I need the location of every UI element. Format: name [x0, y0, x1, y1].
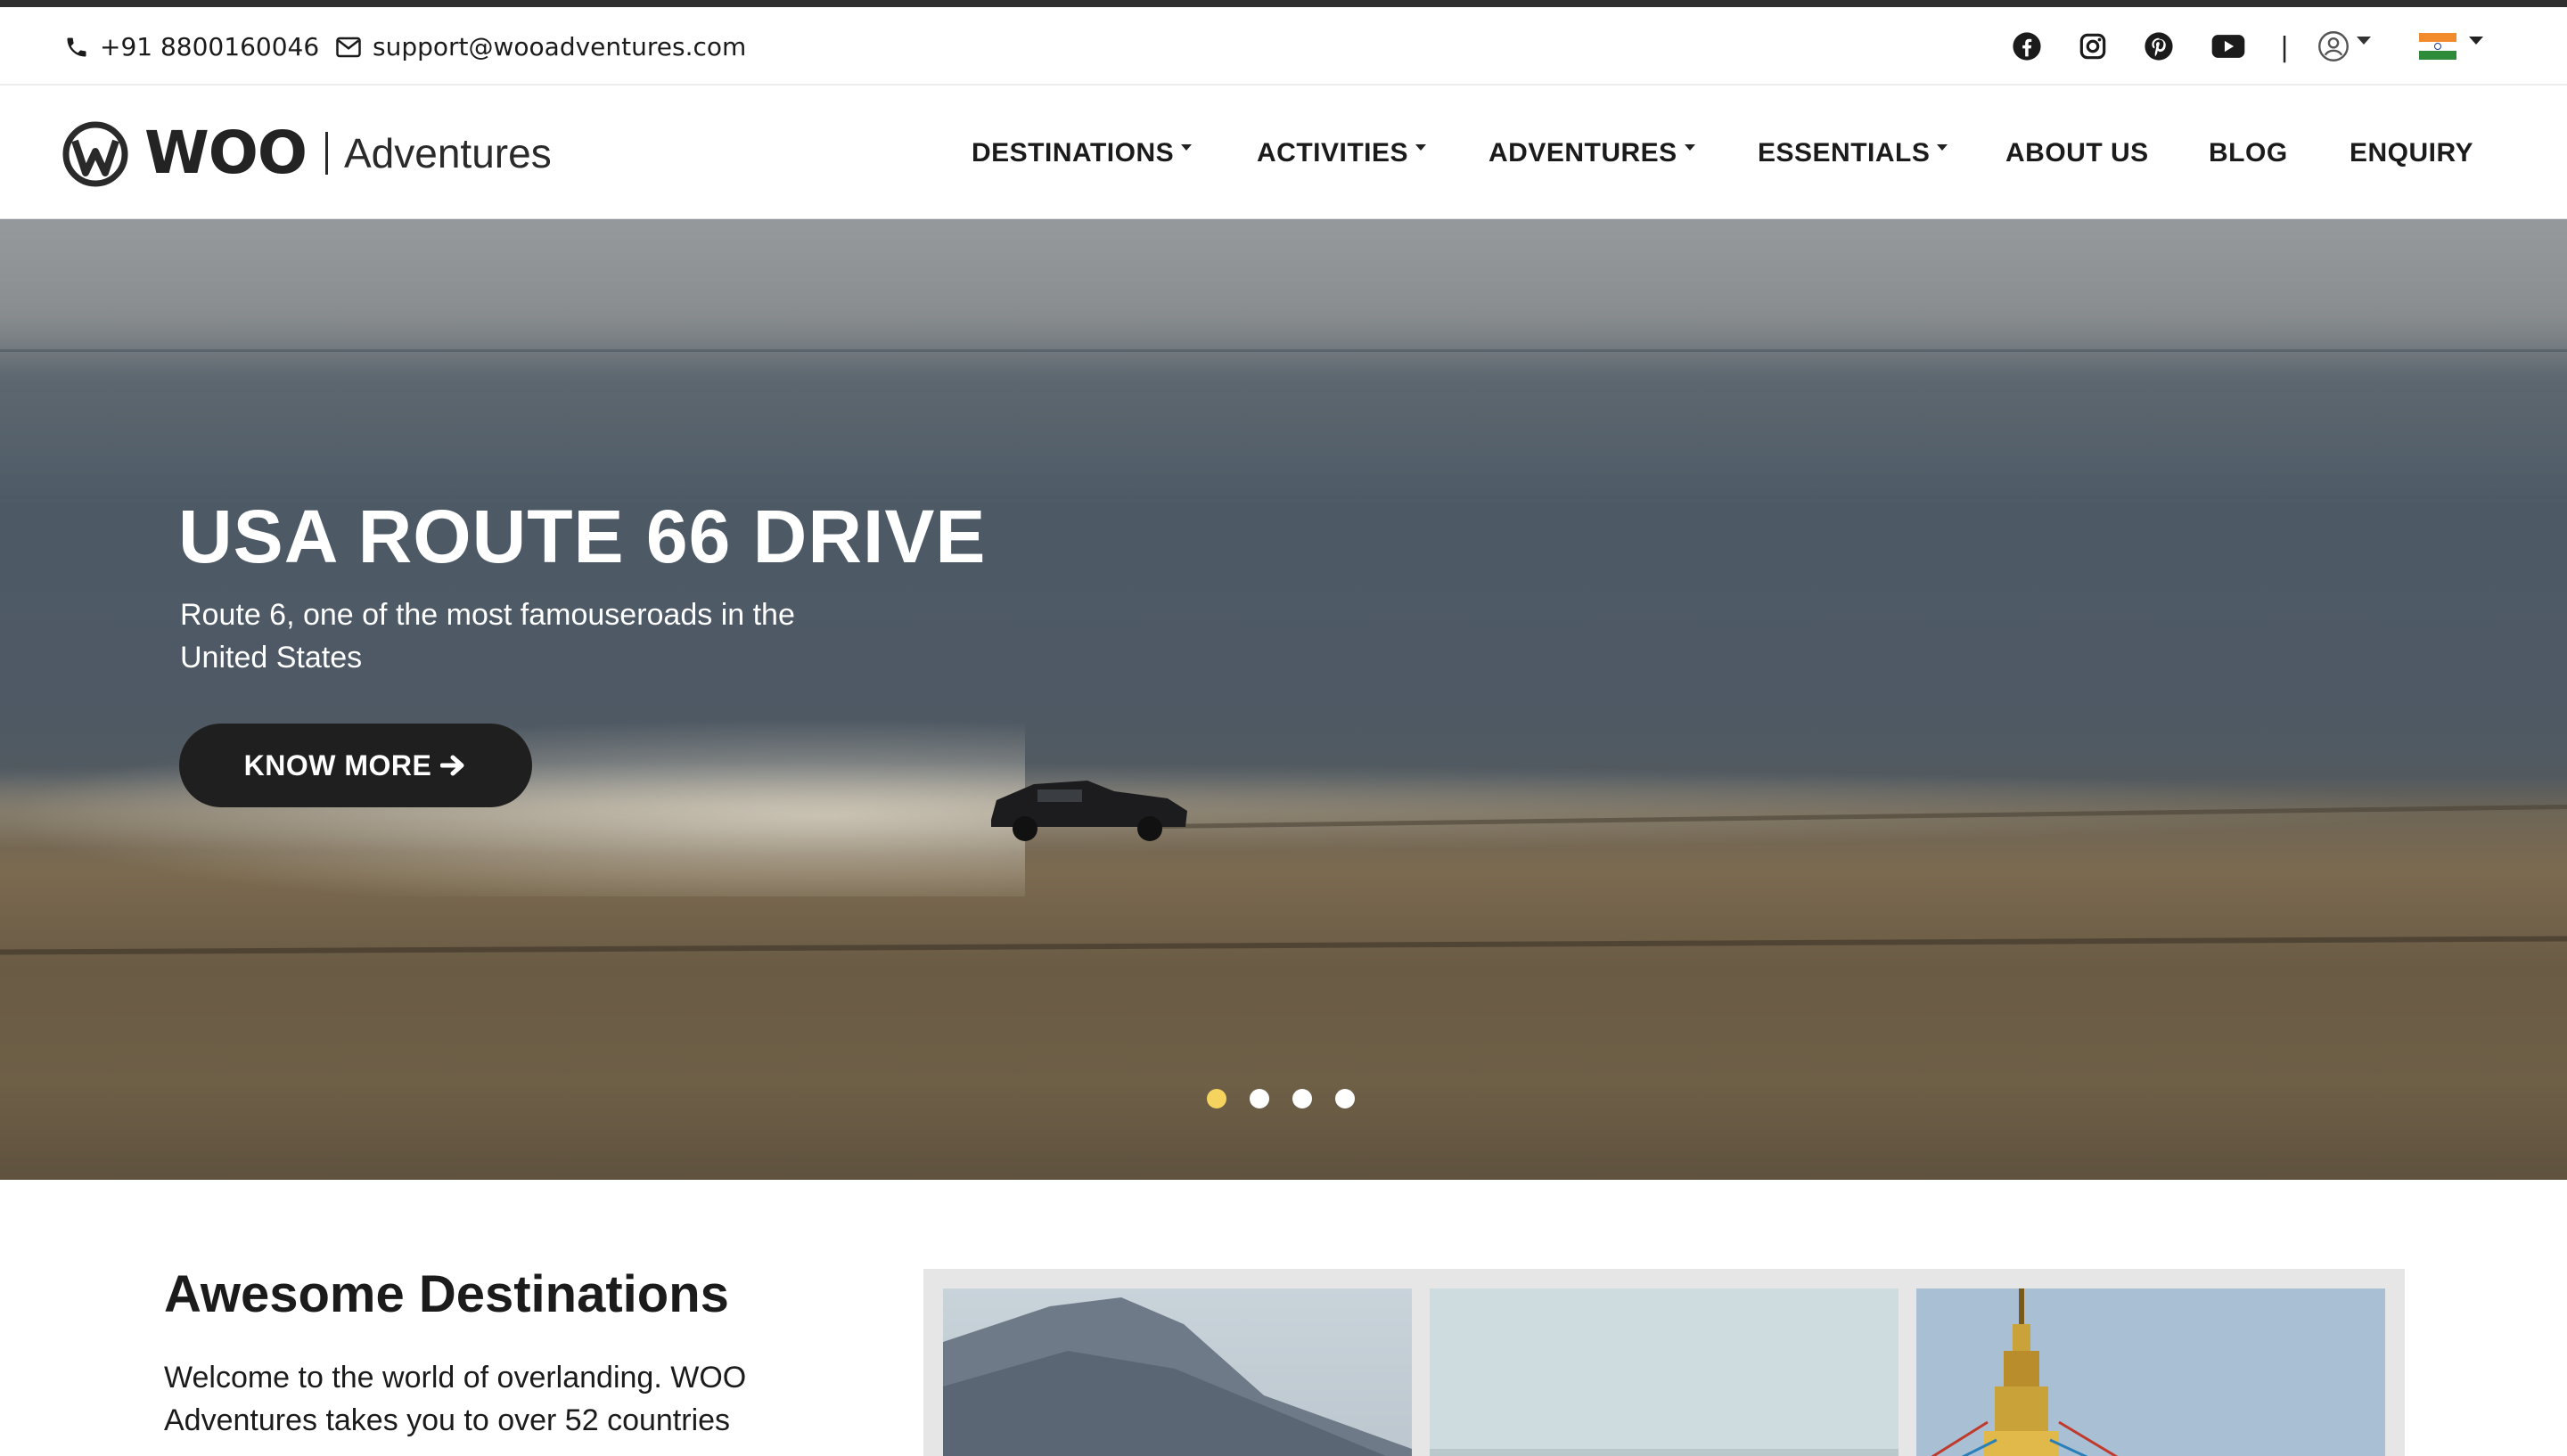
destination-card[interactable] — [943, 1288, 1412, 1456]
language-selector[interactable] — [2419, 29, 2496, 64]
india-flag-icon — [2419, 33, 2456, 60]
instagram-icon[interactable] — [2075, 29, 2111, 64]
nav-label: ENQUIRY — [2350, 138, 2474, 168]
landscape-image — [1430, 1288, 1899, 1456]
phone-contact[interactable]: +91 8800160046 — [64, 32, 319, 61]
woo-logo-icon[interactable] — [62, 121, 128, 187]
destinations-gallery — [923, 1269, 2405, 1456]
logo-wordmark[interactable]: WOO — [144, 119, 308, 187]
nav-adventures[interactable]: ADVENTURES — [1489, 137, 1695, 169]
logo-divider — [325, 132, 328, 175]
destination-card[interactable] — [1430, 1288, 1899, 1456]
facebook-icon[interactable] — [2009, 29, 2045, 64]
hero-subtitle: Route 6, one of the most famouseroads in… — [180, 598, 795, 675]
nav-essentials[interactable]: ESSENTIALS — [1758, 137, 1948, 169]
nav-blog[interactable]: BLOG — [2209, 137, 2288, 169]
hero-road-near — [0, 936, 2567, 955]
carousel-indicators — [1207, 1089, 1378, 1108]
destination-card[interactable] — [1916, 1288, 2385, 1456]
chevron-down-icon — [2357, 36, 2371, 45]
hero-horizon — [0, 349, 2567, 352]
carousel-dot-4[interactable] — [1335, 1089, 1355, 1108]
know-more-label: KNOW MORE — [243, 748, 432, 781]
chevron-down-icon — [1937, 144, 1948, 151]
topbar-separator: | — [2280, 32, 2290, 63]
nav-destinations[interactable]: DESTINATIONS — [972, 137, 1193, 169]
nav-label: ACTIVITIES — [1257, 138, 1409, 168]
destinations-description: Welcome to the world of overlanding. WOO… — [164, 1361, 747, 1437]
car-image — [991, 781, 1187, 841]
arrow-right-icon — [440, 755, 464, 776]
nav-about-us[interactable]: ABOUT US — [2005, 137, 2149, 169]
youtube-icon[interactable] — [2210, 29, 2246, 64]
chevron-down-icon — [2469, 36, 2483, 45]
chevron-down-icon — [1415, 144, 1427, 151]
hero-sky — [0, 219, 2567, 380]
main-header: WOO Adventures DESTINATIONS ACTIVITIES A… — [0, 87, 2567, 219]
stupa-image — [1916, 1288, 2385, 1456]
carousel-dot-3[interactable] — [1292, 1089, 1312, 1108]
email-contact[interactable]: support@wooadventures.com — [335, 32, 746, 61]
logo-tagline[interactable]: Adventures — [344, 128, 552, 178]
user-menu[interactable] — [2317, 29, 2382, 64]
carousel-dot-2[interactable] — [1250, 1089, 1269, 1108]
know-more-button[interactable]: KNOW MORE — [179, 724, 532, 807]
mountain-image — [943, 1297, 1412, 1456]
nav-label: ESSENTIALS — [1758, 138, 1931, 168]
email-address: support@wooadventures.com — [373, 32, 747, 61]
carousel-dot-1[interactable] — [1207, 1089, 1226, 1108]
top-contact-bar: +91 8800160046 support@wooadventures.com… — [0, 7, 2567, 86]
phone-number: +91 8800160046 — [100, 32, 320, 61]
phone-icon — [67, 37, 86, 56]
envelope-icon — [336, 37, 361, 57]
chevron-down-icon — [1684, 144, 1695, 151]
destinations-heading: Awesome Destinations — [164, 1265, 729, 1323]
nav-label: ADVENTURES — [1489, 138, 1677, 168]
chevron-down-icon — [1181, 144, 1193, 151]
hero-title: USA ROUTE 66 DRIVE — [178, 495, 987, 578]
nav-label: DESTINATIONS — [972, 138, 1175, 168]
top-accent-line — [0, 0, 2567, 7]
hero-carousel[interactable]: USA ROUTE 66 DRIVE Route 6, one of the m… — [0, 219, 2567, 1180]
nav-label: BLOG — [2209, 138, 2288, 168]
nav-enquiry[interactable]: ENQUIRY — [2350, 137, 2473, 169]
nav-activities[interactable]: ACTIVITIES — [1257, 137, 1427, 169]
nav-label: ABOUT US — [2005, 138, 2149, 168]
user-circle-icon — [2318, 31, 2349, 61]
pinterest-icon[interactable] — [2141, 29, 2177, 64]
